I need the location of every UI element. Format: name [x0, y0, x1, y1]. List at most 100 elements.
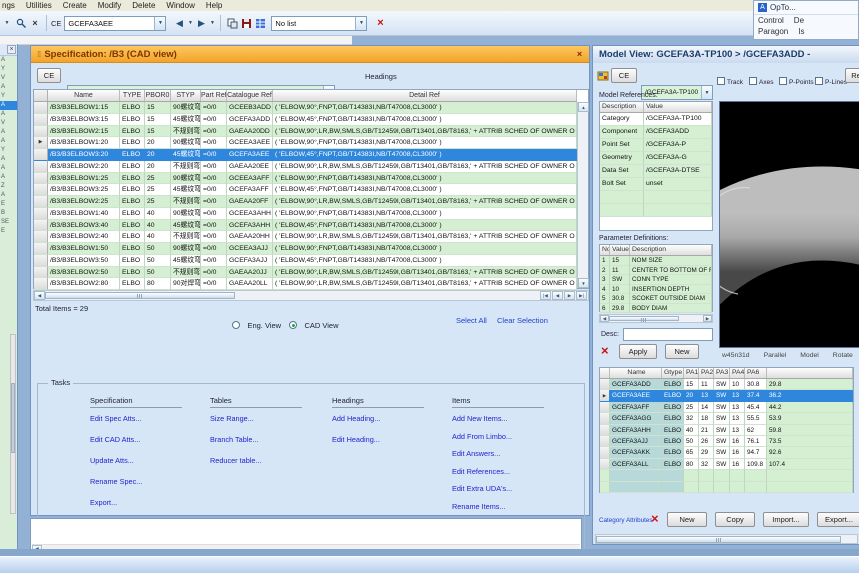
- toolbox-item-paragon[interactable]: Paragon: [758, 27, 788, 36]
- reset-button[interactable]: Re: [845, 68, 859, 83]
- cell-pa1[interactable]: 20: [684, 390, 699, 401]
- toolbox-item-control[interactable]: Control: [758, 16, 784, 25]
- table-row[interactable]: /B3/B3ELBOW1:40 ELBO 40 90螺纹弯头 =0/0 GCEE…: [34, 208, 577, 220]
- task-link[interactable]: Edit Heading...: [332, 435, 380, 444]
- cell-name[interactable]: GCEFA3ALL: [610, 459, 662, 470]
- clear-list-icon[interactable]: ×: [373, 16, 387, 30]
- cell-pbor0[interactable]: 20: [145, 161, 171, 173]
- tree-item[interactable]: A: [0, 137, 17, 146]
- forward-history-dropdown-icon[interactable]: ▼: [208, 16, 216, 30]
- cell-no[interactable]: 4: [600, 285, 610, 295]
- row-marker-cell[interactable]: [34, 149, 48, 161]
- toolbox-item-is[interactable]: Is: [798, 27, 804, 36]
- refs-column-value[interactable]: Value: [644, 102, 712, 112]
- cell-detailref[interactable]: ( 'ELBOW,90°,LR,BW,SMLS,GB/T12459I,GB/T1…: [273, 278, 577, 290]
- row-marker-cell[interactable]: [34, 102, 48, 114]
- cell-name[interactable]: /B3/B3ELBOW2:15: [48, 126, 120, 138]
- cell-pa3[interactable]: SW: [714, 459, 730, 470]
- column-header-type[interactable]: TYPE: [120, 90, 145, 101]
- table-row[interactable]: /B3/B3ELBOW1:20 ELBO 20 90螺纹弯头 =0/0 GCEE…: [34, 137, 577, 149]
- cell-pax[interactable]: 92.6: [767, 447, 853, 458]
- cell-pbor0[interactable]: 50: [145, 243, 171, 255]
- cell-description[interactable]: INSERTION DEPTH: [630, 285, 712, 295]
- param-row[interactable]: 6 29.8 BODY DIAM: [600, 304, 712, 314]
- menu-item-utilities[interactable]: Utilities: [26, 1, 52, 10]
- cell-styp[interactable]: 不规则弯头: [171, 231, 201, 243]
- nav-next-icon[interactable]: ▶: [564, 291, 575, 300]
- tree-item[interactable]: A: [0, 101, 17, 110]
- cell-gtype[interactable]: ELBO: [662, 402, 684, 413]
- back-history-dropdown-icon[interactable]: ▼: [186, 16, 194, 30]
- cell-pa6[interactable]: 30.8: [745, 379, 767, 390]
- cell-gtype[interactable]: ELBO: [662, 390, 684, 401]
- component-row[interactable]: GCEFA3AEE ELBO 20 13 SW 13 37.4 36.2: [600, 390, 853, 401]
- cell-name[interactable]: /B3/B3ELBOW1:20: [48, 137, 120, 149]
- save-list-icon[interactable]: [239, 16, 253, 30]
- tree-item[interactable]: A: [0, 83, 17, 92]
- table-row[interactable]: /B3/B3ELBOW3:20 ELBO 20 45螺纹弯头 =0/0 GCEF…: [34, 149, 577, 161]
- cell-value[interactable]: /GCEFA3A-P: [644, 139, 712, 152]
- tree-item[interactable]: Y: [0, 65, 17, 74]
- cell-name[interactable]: /B3/B3ELBOW1:15: [48, 102, 120, 114]
- cell-type[interactable]: ELBO: [120, 149, 145, 161]
- cell-catref[interactable]: GAEAA20HH: [227, 231, 273, 243]
- cell-pax[interactable]: 29.8: [767, 379, 853, 390]
- cell-name[interactable]: /B3/B3ELBOW3:15: [48, 114, 120, 126]
- ce-element-combobox[interactable]: GCEFA3AEE ▼: [64, 16, 166, 31]
- grid-column-gtype[interactable]: Gtype: [662, 368, 684, 378]
- list-selector-combobox[interactable]: No list ▼: [271, 16, 367, 31]
- cell-pa1[interactable]: 15: [684, 379, 699, 390]
- row-marker-cell[interactable]: [34, 255, 48, 267]
- cell-name[interactable]: /B3/B3ELBOW3:40: [48, 220, 120, 232]
- row-marker-cell[interactable]: [600, 459, 610, 470]
- cell-styp[interactable]: 45螺纹弯头: [171, 255, 201, 267]
- component-row[interactable]: GCEFA3AGG ELBO 32 18 SW 13 55.5 53.9: [600, 413, 853, 424]
- grid-column-pa1[interactable]: PA1: [684, 368, 699, 378]
- cell-detailref[interactable]: ( 'ELBOW,90°,LR,BW,SMLS,GB/T12459I,GB/T1…: [273, 196, 577, 208]
- cell-gtype[interactable]: ELBO: [662, 413, 684, 424]
- row-marker-cell[interactable]: [34, 231, 48, 243]
- view-mode[interactable]: Model: [800, 352, 819, 359]
- cell-partref[interactable]: =0/0: [201, 255, 227, 267]
- column-header-catref[interactable]: Catalogue Ref: [227, 90, 273, 101]
- cell-pa1[interactable]: 50: [684, 436, 699, 447]
- scrollbar-thumb[interactable]: [596, 536, 841, 543]
- cell-pa6[interactable]: 55.5: [745, 413, 767, 424]
- tree-item[interactable]: Y: [0, 146, 17, 155]
- cell-value[interactable]: 11: [610, 266, 630, 276]
- cell-name[interactable]: /B3/B3ELBOW2:20: [48, 161, 120, 173]
- cell-catref[interactable]: GCEEA3AEE: [227, 137, 273, 149]
- cell-partref[interactable]: =0/0: [201, 137, 227, 149]
- cell-detailref[interactable]: ( 'ELBOW,45°,FNPT,GB/T14383I,NB/T47008,C…: [273, 114, 577, 126]
- cell-pa2[interactable]: 32: [699, 459, 714, 470]
- cell-partref[interactable]: =0/0: [201, 196, 227, 208]
- cell-partref[interactable]: =0/0: [201, 220, 227, 232]
- column-header-detailref[interactable]: Detail Ref: [273, 90, 577, 101]
- row-marker-cell[interactable]: [34, 114, 48, 126]
- tree-item[interactable]: E: [0, 227, 17, 236]
- cell-description[interactable]: CONN TYPE: [630, 275, 712, 285]
- cell-catref[interactable]: GAEAA20EE: [227, 161, 273, 173]
- cell-pa6[interactable]: 109.8: [745, 459, 767, 470]
- row-marker-cell[interactable]: [34, 243, 48, 255]
- grid-column-name[interactable]: Name: [610, 368, 662, 378]
- cell-pbor0[interactable]: 25: [145, 173, 171, 185]
- scroll-up-icon[interactable]: ▲: [578, 102, 589, 112]
- cell-partref[interactable]: =0/0: [201, 231, 227, 243]
- task-link[interactable]: Export...: [90, 498, 117, 507]
- cell-detailref[interactable]: ( 'ELBOW,90°,FNPT,GB/T14383I,NB/T47008,C…: [273, 208, 577, 220]
- cell-detailref[interactable]: ( 'ELBOW,45°,FNPT,GB/T14383I,NB/T47008,C…: [273, 255, 577, 267]
- grid-column-pa2[interactable]: PA2: [699, 368, 714, 378]
- table-row[interactable]: /B3/B3ELBOW3:25 ELBO 25 45螺纹弯头 =0/0 GCEF…: [34, 184, 577, 196]
- row-marker-cell[interactable]: [34, 278, 48, 290]
- cell-catref[interactable]: GCEFA3AJJ: [227, 255, 273, 267]
- cell-gtype[interactable]: ELBO: [662, 436, 684, 447]
- refs-column-description[interactable]: Description: [600, 102, 644, 112]
- menu-item-modify[interactable]: Modify: [98, 1, 122, 10]
- cell-pa6[interactable]: 45.4: [745, 402, 767, 413]
- cell-pbor0[interactable]: 15: [145, 114, 171, 126]
- toolbox-item-de[interactable]: De: [794, 16, 804, 25]
- cell-pa1[interactable]: 40: [684, 425, 699, 436]
- cell-type[interactable]: ELBO: [120, 126, 145, 138]
- cell-name[interactable]: GCEFA3AGG: [610, 413, 662, 424]
